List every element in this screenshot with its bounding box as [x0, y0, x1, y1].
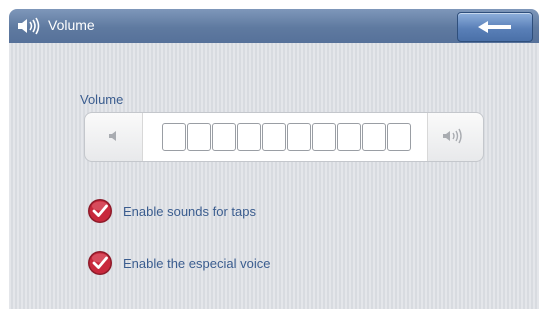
title-bar: Volume — [9, 9, 539, 43]
volume-segment[interactable] — [287, 123, 311, 151]
volume-segment[interactable] — [337, 123, 361, 151]
volume-segment[interactable] — [212, 123, 236, 151]
volume-segment[interactable] — [387, 123, 411, 151]
volume-label: Volume — [80, 92, 124, 107]
back-button[interactable] — [457, 12, 533, 42]
option-label: Enable sounds for taps — [123, 204, 256, 219]
checkbox-checked-icon[interactable] — [87, 198, 113, 224]
volume-segment[interactable] — [162, 123, 186, 151]
option-label: Enable the especial voice — [123, 256, 271, 271]
speaker-icon — [18, 17, 40, 35]
volume-slider[interactable] — [84, 112, 484, 162]
volume-level-track[interactable] — [142, 113, 428, 161]
volume-segment[interactable] — [262, 123, 286, 151]
volume-segment[interactable] — [187, 123, 211, 151]
speaker-high-icon[interactable] — [440, 126, 466, 146]
volume-segment[interactable] — [312, 123, 336, 151]
volume-segment[interactable] — [237, 123, 261, 151]
volume-segment[interactable] — [362, 123, 386, 151]
speaker-low-icon[interactable] — [105, 126, 123, 146]
checkbox-checked-icon[interactable] — [87, 250, 113, 276]
arrow-left-icon — [478, 21, 511, 33]
page-title: Volume — [48, 17, 95, 33]
volume-screen: Volume Volume Enable sounds for taps Ena… — [0, 0, 548, 318]
